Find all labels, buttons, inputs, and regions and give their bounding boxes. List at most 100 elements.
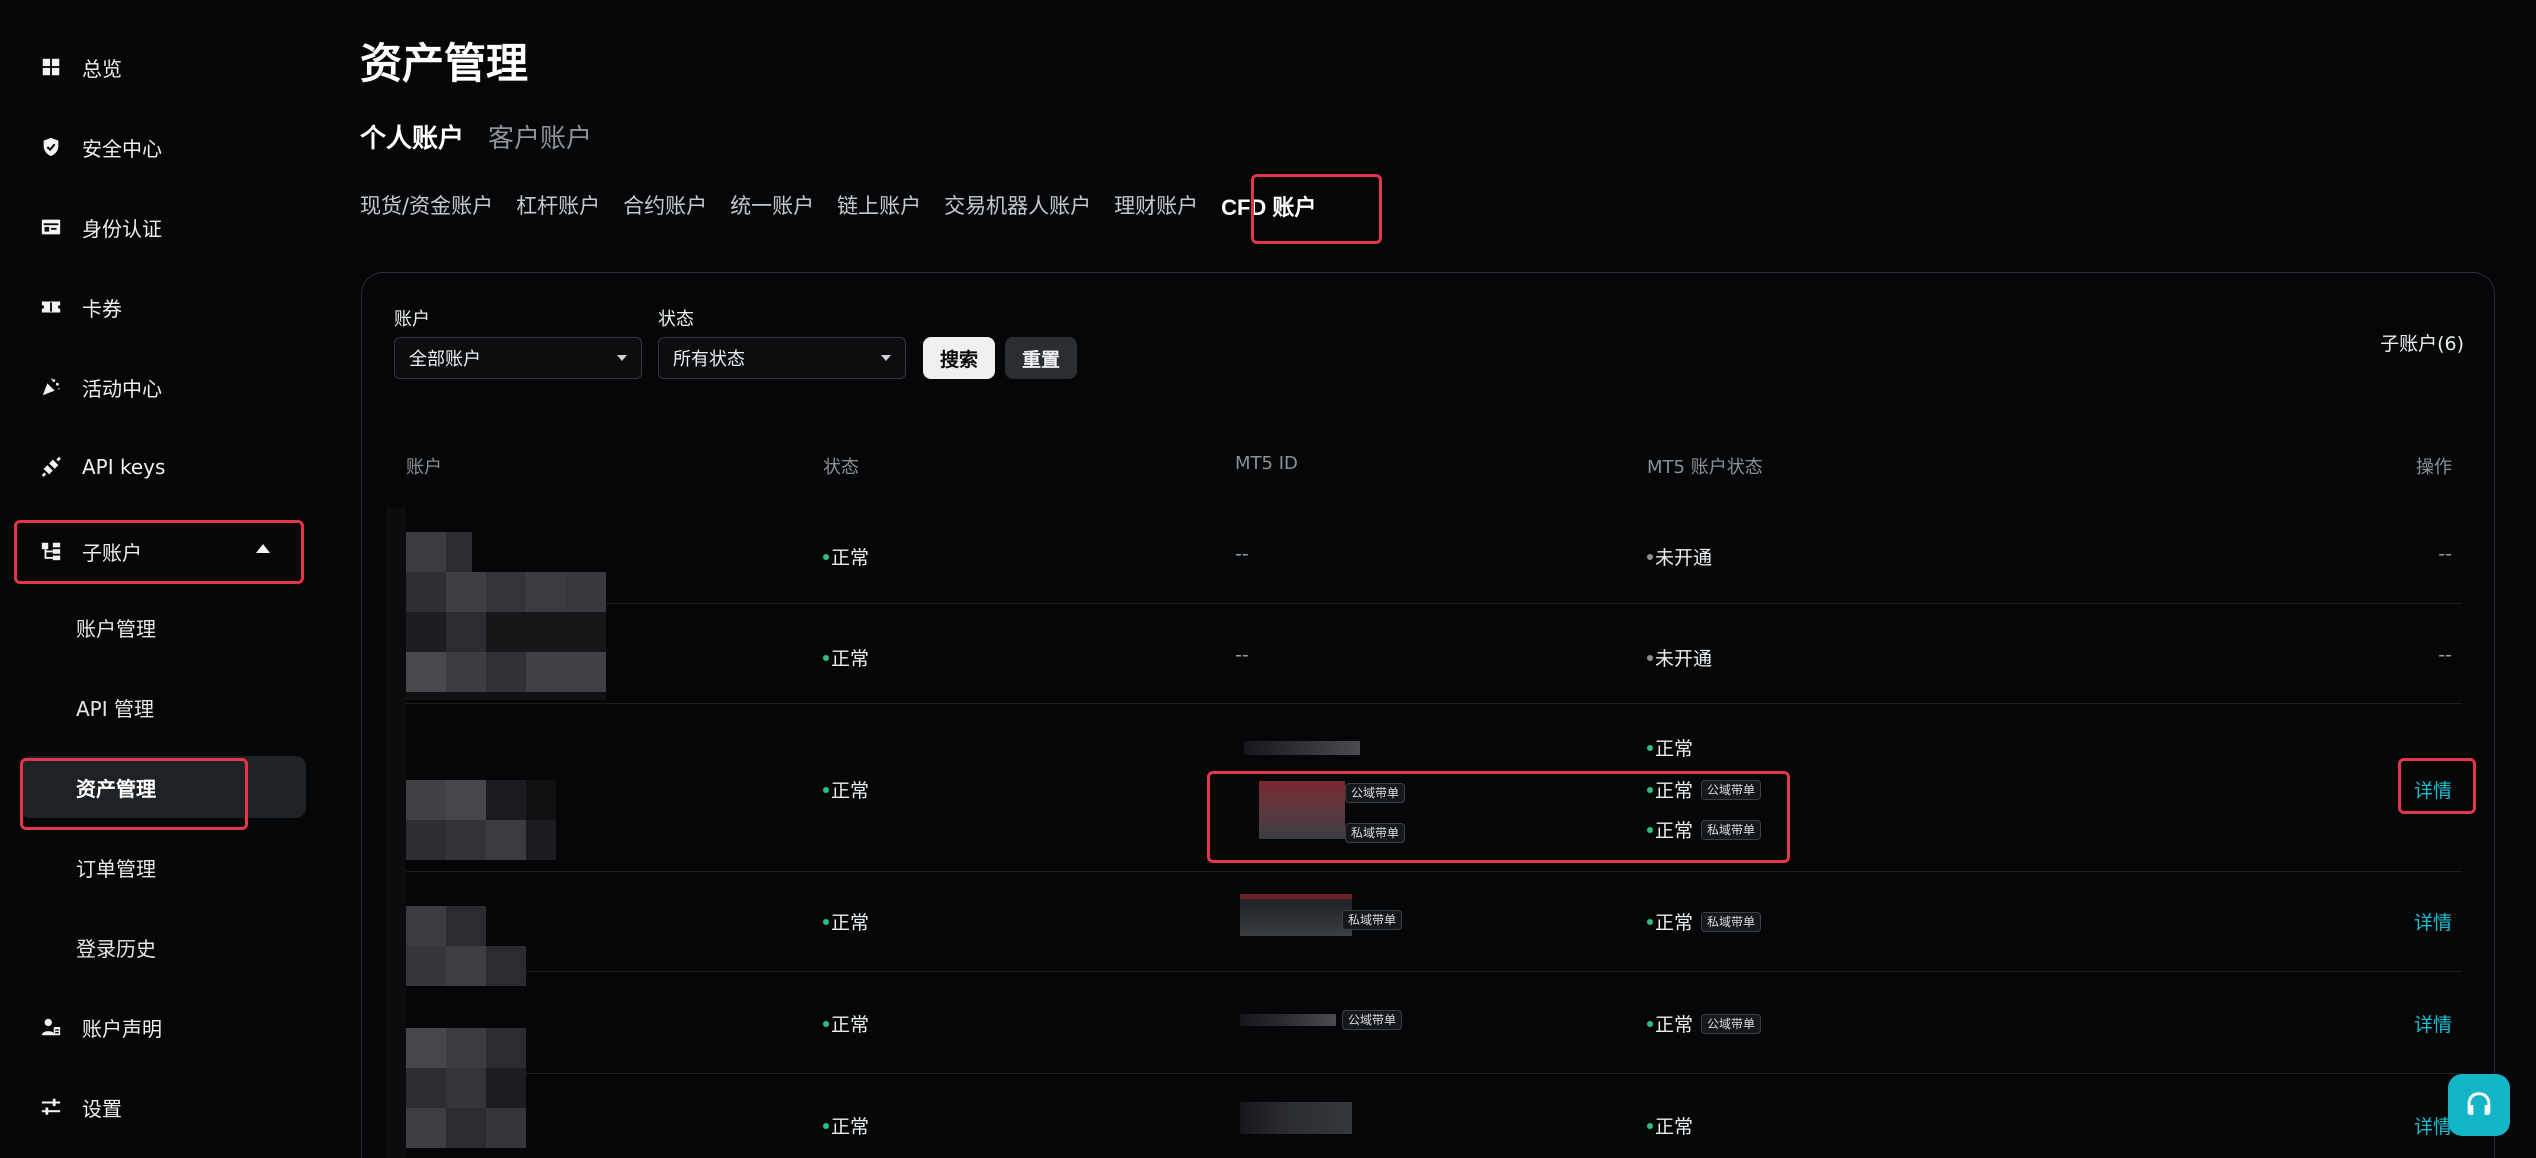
sub-item-label: 登录历史: [76, 936, 156, 961]
row-status: 正常: [823, 776, 869, 803]
account-names-masked: [386, 508, 606, 1158]
account-select[interactable]: 全部账户: [394, 337, 642, 379]
search-button[interactable]: 搜索: [923, 337, 995, 379]
row-mt5-status: 正常: [1647, 1112, 1693, 1139]
mt5-id-masked: [1259, 781, 1345, 839]
row-status-text: 正常: [831, 1116, 870, 1138]
sub-item-asset-management[interactable]: 资产管理: [20, 756, 306, 818]
sub-item-account-management[interactable]: 账户管理: [20, 596, 306, 658]
sub-item-label: API 管理: [76, 696, 154, 721]
sidebar-item-sub-account[interactable]: 子账户: [16, 520, 302, 582]
row-mt5-status: 未开通: [1647, 543, 1712, 570]
asset-panel: 账户 全部账户 状态 所有状态 搜索 重置 子账户(6) 账户 状态 MT5 I…: [361, 272, 2495, 1158]
table-row: 正常 公域带单 私域带单 正常 正常 公域带单 正常 私域带单 详情: [386, 704, 2462, 872]
api-icon: [38, 454, 64, 480]
row-mt5-status-text: 正常: [1655, 780, 1694, 802]
sub-item-order-management[interactable]: 订单管理: [20, 836, 306, 898]
col-header-actions: 操作: [2416, 457, 2452, 478]
ticket-icon: [38, 294, 64, 320]
row-mt5-status-text: 正常: [1655, 912, 1694, 934]
row-status: 正常: [823, 543, 869, 570]
tag-private-copy: 私域带单: [1342, 910, 1403, 930]
row-status-text: 正常: [831, 912, 870, 934]
mt5-id-masked: [1244, 741, 1360, 755]
row-status-text: 正常: [831, 648, 870, 670]
tab-earn[interactable]: 理财账户: [1114, 190, 1198, 222]
status-select[interactable]: 所有状态: [658, 337, 906, 379]
col-header-status: 状态: [823, 457, 859, 478]
row-mt5-status: 未开通: [1647, 644, 1712, 671]
sidebar-item-coupons[interactable]: 卡券: [16, 276, 302, 338]
tab-spot-funding[interactable]: 现货/资金账户: [360, 190, 493, 222]
tag-public-copy: 公域带单: [1342, 1010, 1403, 1030]
row-mt5-status-text: 未开通: [1655, 547, 1713, 569]
tab-personal-account[interactable]: 个人账户: [360, 118, 464, 155]
tab-margin[interactable]: 杠杆账户: [516, 190, 600, 222]
sidebar: 总览 安全中心 身份认证 卡券 活动中心 API keys 子账户 账户管理 A…: [0, 0, 318, 1158]
tab-cfd[interactable]: CFD 账户: [1221, 190, 1316, 222]
row-status-text: 正常: [831, 547, 870, 569]
mt5-id-masked: [1240, 1102, 1352, 1134]
detail-link[interactable]: 详情: [2414, 1010, 2452, 1037]
status-dot: [823, 654, 829, 661]
sidebar-item-account-statement[interactable]: 账户声明: [16, 996, 302, 1058]
tag-public-copy: 公域带单: [1701, 1013, 1762, 1034]
sub-item-login-history[interactable]: 登录历史: [20, 916, 306, 978]
sidebar-item-settings[interactable]: 设置: [16, 1076, 302, 1138]
support-button[interactable]: [2448, 1074, 2510, 1136]
detail-link[interactable]: 详情: [2414, 776, 2452, 803]
reset-button[interactable]: 重置: [1005, 337, 1077, 379]
sidebar-item-label: 活动中心: [82, 376, 162, 401]
sidebar-item-label: 设置: [82, 1096, 122, 1121]
row-status-text: 正常: [831, 780, 870, 802]
tab-client-account[interactable]: 客户账户: [488, 118, 592, 155]
sub-item-api-management[interactable]: API 管理: [20, 676, 306, 738]
sidebar-item-security[interactable]: 安全中心: [16, 116, 302, 178]
col-header-mt5-status: MT5 账户状态: [1647, 457, 1763, 478]
detail-link[interactable]: 详情: [2414, 908, 2452, 935]
tab-unified[interactable]: 统一账户: [730, 190, 814, 222]
row-status: 正常: [823, 644, 869, 671]
row-mt5-status-text: 正常: [1655, 1014, 1694, 1036]
status-dot: [823, 918, 829, 925]
account-select-value: 全部账户: [409, 349, 481, 370]
row-mt5-status: 正常 私域带单: [1647, 908, 1762, 935]
row-mt5-status: 正常 公域带单: [1647, 776, 1762, 803]
status-dot: [1647, 1020, 1653, 1027]
row-mt5-status: 正常: [1647, 734, 1693, 761]
status-dot: [1647, 553, 1653, 560]
col-header-account: 账户: [406, 457, 442, 478]
sidebar-item-activities[interactable]: 活动中心: [16, 356, 302, 418]
sidebar-item-identity[interactable]: 身份认证: [16, 196, 302, 258]
tab-onchain[interactable]: 链上账户: [837, 190, 921, 222]
table-row: 正常 -- 未开通 --: [386, 604, 2462, 704]
status-dot: [1647, 918, 1653, 925]
headset-icon: [2467, 1092, 2491, 1115]
tab-futures[interactable]: 合约账户: [623, 190, 707, 222]
subaccount-count: 子账户(6): [2380, 333, 2464, 355]
row-mt5-status-text: 未开通: [1655, 648, 1713, 670]
sidebar-item-label: 卡券: [82, 296, 122, 321]
tag-private-copy: 私域带单: [1701, 819, 1762, 840]
status-dot: [823, 1020, 829, 1027]
mt5-id-masked: [1240, 894, 1352, 936]
sub-item-label: 资产管理: [76, 776, 156, 801]
page-title: 资产管理: [360, 39, 529, 88]
sidebar-item-overview[interactable]: 总览: [16, 36, 302, 98]
sub-account-icon: [38, 538, 64, 564]
sidebar-item-api-keys[interactable]: API keys: [16, 436, 302, 498]
sidebar-item-label: 账户声明: [82, 1016, 162, 1041]
account-filter-label: 账户: [394, 309, 430, 330]
table-row: 正常 公域带单 正常 公域带单 详情: [386, 972, 2462, 1074]
detail-link[interactable]: 详情: [2414, 1112, 2452, 1139]
status-dot: [1647, 744, 1653, 751]
account-type-tabs: 现货/资金账户 杠杆账户 合约账户 统一账户 链上账户 交易机器人账户 理财账户…: [360, 190, 1339, 222]
status-select-value: 所有状态: [673, 349, 745, 370]
chevron-down-icon: [617, 355, 627, 361]
status-filter-label: 状态: [658, 309, 694, 330]
tab-trading-bot[interactable]: 交易机器人账户: [944, 190, 1091, 222]
row-action: --: [2438, 644, 2452, 666]
status-dot: [1647, 786, 1653, 793]
id-card-icon: [38, 214, 64, 240]
row-mt5-status-text: 正常: [1655, 1116, 1694, 1138]
